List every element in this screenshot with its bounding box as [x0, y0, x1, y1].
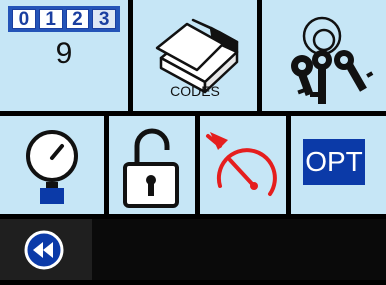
counter-tile[interactable]: 0 1 2 3 9: [0, 0, 128, 111]
counter-digit: 1: [38, 9, 63, 30]
options-tile[interactable]: OPT: [291, 116, 386, 214]
counter-icon: 0 1 2 3: [8, 6, 120, 32]
codes-label: CODES: [170, 83, 220, 99]
rewind-button[interactable]: [0, 219, 92, 280]
counter-digit: 3: [92, 9, 116, 30]
pressure-gauge-icon: [26, 130, 78, 204]
unlock-tile[interactable]: [109, 116, 195, 214]
speed-reset-tile[interactable]: [200, 116, 286, 214]
unlocked-padlock-icon: [123, 128, 179, 208]
rewind-icon: [24, 230, 64, 270]
keys-tile[interactable]: [262, 0, 386, 111]
counter-digit: 2: [65, 9, 90, 30]
keys-icon: [291, 16, 374, 104]
options-button[interactable]: OPT: [303, 139, 365, 185]
codes-tile[interactable]: CODES: [133, 0, 257, 111]
counter-value: 9: [55, 37, 73, 70]
speedometer-reset-icon: [206, 132, 277, 196]
pressure-tile[interactable]: [0, 116, 104, 214]
counter-digit: 0: [12, 9, 36, 30]
